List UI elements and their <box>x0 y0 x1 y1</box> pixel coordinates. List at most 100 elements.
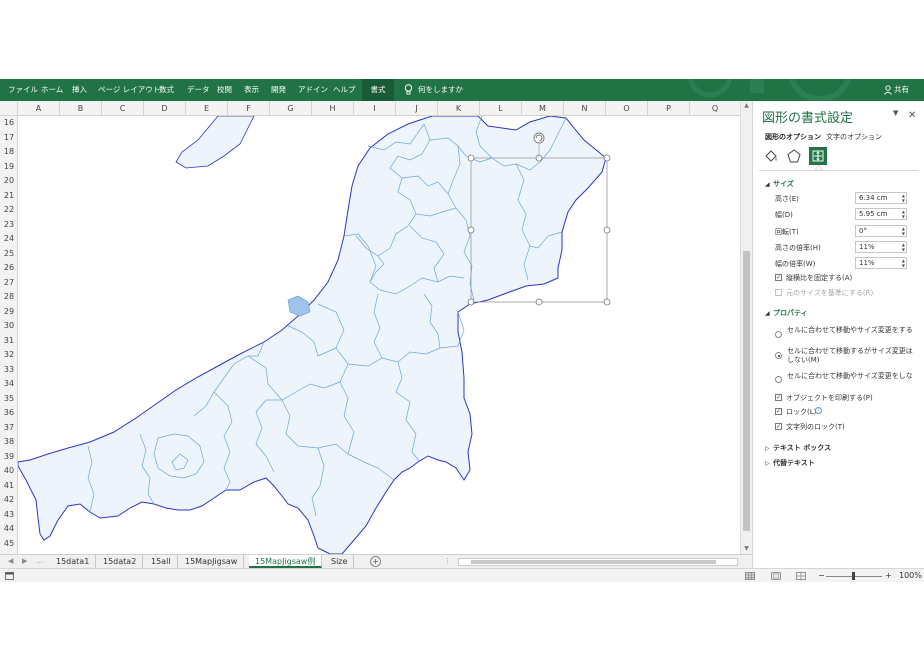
row-header[interactable]: 29 <box>0 305 17 320</box>
sheet-tab-15mapjigsaw-example[interactable]: 15MapJigsaw例 <box>249 555 323 568</box>
row-header[interactable]: 27 <box>0 276 17 291</box>
row-header[interactable]: 37 <box>0 421 17 436</box>
sheet-tab-15data2[interactable]: 15data2 <box>97 555 144 568</box>
tab-text-options[interactable]: 文字のオプション <box>826 132 882 142</box>
lock-aspect-checkbox[interactable]: ✓ <box>775 274 782 281</box>
tab-help[interactable]: ヘルプ <box>333 79 356 101</box>
row-header[interactable]: 36 <box>0 406 17 421</box>
spinner-icon[interactable]: ▲ ▼ <box>902 242 905 252</box>
next-sheet-icon[interactable]: ▶ <box>22 555 27 568</box>
page-break-view-icon[interactable] <box>796 572 806 580</box>
row-header[interactable]: 23 <box>0 218 17 233</box>
alt-text-section-header[interactable]: ▷ 代替テキスト <box>765 458 815 468</box>
row-header[interactable]: 44 <box>0 522 17 537</box>
width-scale-input[interactable]: 11% ▲ ▼ <box>855 257 907 269</box>
row-header[interactable]: 42 <box>0 493 17 508</box>
column-header[interactable]: J <box>396 101 438 116</box>
tell-me-box[interactable]: 何をしますか <box>418 79 463 101</box>
spinner-icon[interactable]: ▲ ▼ <box>902 193 905 203</box>
zoom-in-icon[interactable]: + <box>885 569 892 583</box>
tab-insert[interactable]: 挿入 <box>72 79 87 101</box>
tab-shape-options[interactable]: 図形のオプション <box>765 132 821 142</box>
tab-review[interactable]: 校閲 <box>217 79 232 101</box>
row-header[interactable]: 24 <box>0 232 17 247</box>
vertical-scroll-thumb[interactable] <box>743 251 750 531</box>
tab-home[interactable]: ホーム <box>41 79 63 101</box>
row-header[interactable]: 45 <box>0 537 17 552</box>
zoom-level[interactable]: 100% <box>899 569 922 583</box>
tab-formulas[interactable]: 数式 <box>159 79 174 101</box>
column-header[interactable]: K <box>438 101 480 116</box>
add-sheet-icon[interactable]: + <box>370 556 381 567</box>
vertical-scrollbar[interactable]: ▲ ▼ <box>740 101 752 554</box>
row-header[interactable]: 38 <box>0 435 17 450</box>
row-header[interactable]: 28 <box>0 290 17 305</box>
height-input[interactable]: 6.34 cm ▲ ▼ <box>855 192 907 204</box>
row-header[interactable]: 18 <box>0 145 17 160</box>
close-icon[interactable]: ✕ <box>908 110 916 121</box>
normal-view-icon[interactable] <box>745 572 755 580</box>
tab-file[interactable]: ファイル <box>8 79 38 101</box>
row-header[interactable]: 22 <box>0 203 17 218</box>
tab-data[interactable]: データ <box>187 79 210 101</box>
sheet-tab-15data1[interactable]: 15data1 <box>50 555 97 568</box>
pentagon-icon[interactable] <box>786 148 802 164</box>
spinner-icon[interactable]: ▲ ▼ <box>902 258 905 268</box>
column-header[interactable]: O <box>606 101 648 116</box>
row-header[interactable]: 43 <box>0 508 17 523</box>
row-header[interactable]: 39 <box>0 450 17 465</box>
sheet-tab-15mapjigsaw[interactable]: 15MapJigsaw <box>179 555 245 568</box>
rotation-input[interactable]: 0° ▲ ▼ <box>855 225 907 237</box>
locked-checkbox[interactable]: ✓ <box>775 408 782 415</box>
spinner-icon[interactable]: ▲ ▼ <box>902 226 905 236</box>
column-header[interactable]: Q <box>690 101 740 116</box>
row-header[interactable]: 17 <box>0 131 17 146</box>
column-header[interactable]: I <box>354 101 396 116</box>
zoom-out-icon[interactable]: − <box>818 569 825 583</box>
row-header[interactable]: 20 <box>0 174 17 189</box>
properties-section-header[interactable]: ◢ プロパティ <box>765 308 808 318</box>
column-header[interactable]: D <box>144 101 186 116</box>
horizontal-scroll-thumb[interactable] <box>471 560 716 564</box>
lock-text-checkbox[interactable]: ✓ <box>775 423 782 430</box>
worksheet-grid[interactable] <box>18 116 740 554</box>
column-header[interactable]: P <box>648 101 690 116</box>
page-layout-view-icon[interactable] <box>771 572 781 580</box>
niigata-map-shapes[interactable] <box>18 116 740 554</box>
column-header[interactable]: F <box>228 101 270 116</box>
width-input[interactable]: 5.95 cm ▲ ▼ <box>855 208 907 220</box>
row-header[interactable]: 16 <box>0 116 17 131</box>
spinner-icon[interactable]: ▲ ▼ <box>902 209 905 219</box>
tabbar-split-icon[interactable]: ⋮ <box>444 555 451 568</box>
tab-developer[interactable]: 開発 <box>271 79 286 101</box>
row-header[interactable]: 40 <box>0 464 17 479</box>
sheet-tab-size[interactable]: Size <box>325 555 355 568</box>
column-header[interactable]: E <box>186 101 228 116</box>
column-header[interactable]: G <box>270 101 312 116</box>
row-header[interactable]: 35 <box>0 392 17 407</box>
scroll-down-icon[interactable]: ▼ <box>741 544 752 554</box>
prev-sheet-icon[interactable]: ◀ <box>8 555 13 568</box>
select-all-corner[interactable] <box>0 101 18 116</box>
row-header[interactable]: 34 <box>0 377 17 392</box>
share-button[interactable]: 共有 <box>894 79 909 101</box>
tab-page-layout[interactable]: ページ レイアウト <box>98 79 160 101</box>
print-object-checkbox[interactable]: ✓ <box>775 394 782 401</box>
row-header[interactable]: 21 <box>0 189 17 204</box>
tab-format[interactable]: 書式 <box>362 79 394 101</box>
tab-addins[interactable]: アドイン <box>298 79 328 101</box>
more-sheets-icon[interactable]: … <box>36 555 43 568</box>
macro-record-icon[interactable] <box>5 572 14 580</box>
size-properties-icon[interactable] <box>809 147 827 165</box>
row-header[interactable]: 30 <box>0 319 17 334</box>
horizontal-scrollbar[interactable] <box>458 558 738 566</box>
textbox-section-header[interactable]: ▷ テキスト ボックス <box>765 443 831 453</box>
height-scale-input[interactable]: 11% ▲ ▼ <box>855 241 907 253</box>
paint-bucket-icon[interactable] <box>763 148 779 164</box>
row-header[interactable]: 41 <box>0 479 17 494</box>
column-header[interactable]: L <box>480 101 522 116</box>
relative-original-checkbox[interactable] <box>775 289 782 296</box>
tab-view[interactable]: 表示 <box>244 79 259 101</box>
info-icon[interactable]: i <box>815 407 822 414</box>
row-header[interactable]: 32 <box>0 348 17 363</box>
